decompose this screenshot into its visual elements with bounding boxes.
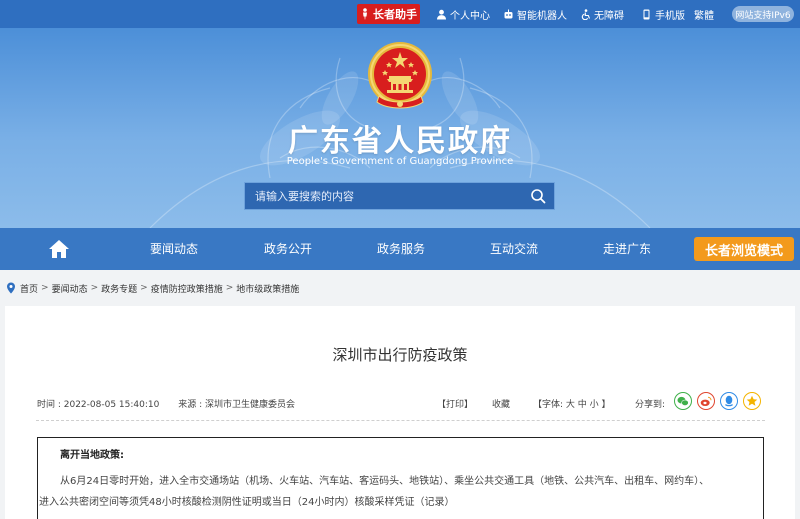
article-meta: 时间 : 2022-08-05 15:40:10 来源 : 深圳市卫生健康委员会 — [37, 397, 295, 410]
share-label: 分享到: — [635, 400, 666, 410]
article-title: 深圳市出行防疫政策 — [332, 346, 468, 364]
wechat-icon — [677, 396, 689, 406]
breadcrumb-news[interactable]: 要闻动态 — [52, 282, 88, 295]
breadcrumb-separator: > — [225, 283, 234, 293]
article-source: 来源 : 深圳市卫生健康委员会 — [178, 400, 295, 410]
notice-paragraph-line2: 进入公共密闭空间等须凭48小时核酸检测阴性证明或当日（24小时内）核酸采样凭证（… — [39, 497, 455, 508]
notice-heading: 离开当地政策: — [60, 450, 124, 461]
qq-icon — [724, 395, 734, 407]
share-wechat-button[interactable] — [674, 392, 692, 410]
breadcrumb-epidemic[interactable]: 疫情防控政策措施 — [151, 282, 223, 295]
search-bar — [244, 182, 555, 210]
top-utility-bar: 长者助手 个人中心 智能机器人 无障碍 手机版 繁體 网站支持IPv6 — [0, 0, 800, 28]
personal-center-link[interactable]: 个人中心 — [436, 7, 490, 22]
site-banner: 广东省人民政府 People's Government of Guangdong… — [0, 28, 800, 228]
share-qzone-button[interactable] — [743, 392, 761, 410]
smart-robot-label: 智能机器人 — [517, 10, 567, 22]
home-icon[interactable] — [48, 239, 70, 259]
breadcrumb-separator: > — [90, 283, 99, 293]
notice-paragraph-line1: 从6月24日零时开始，进入全市交通场站（机场、火车站、汽车站、客运码头、地铁站）… — [60, 476, 710, 487]
elder-helper-button[interactable]: 长者助手 — [357, 4, 420, 24]
font-size-control[interactable]: 【字体: 大 中 小 】 — [533, 397, 610, 410]
traditional-chinese-label: 繁體 — [694, 10, 714, 22]
location-pin-icon — [7, 282, 15, 294]
share-qq-button[interactable] — [720, 392, 738, 410]
breadcrumb-separator: > — [140, 283, 148, 293]
smart-robot-link[interactable]: 智能机器人 — [503, 7, 567, 22]
breadcrumb-city-policy[interactable]: 地市级政策措施 — [236, 282, 299, 295]
accessibility-link[interactable]: 无障碍 — [580, 7, 624, 22]
search-icon — [531, 189, 546, 204]
nav-item-gov-affairs[interactable]: 政务公开 — [264, 228, 312, 270]
elder-helper-label: 长者助手 — [373, 8, 417, 21]
accessibility-icon — [581, 8, 591, 20]
breadcrumb-separator: > — [41, 283, 49, 293]
breadcrumb: 首页 > 要闻动态 > 政务专题 > 疫情防控政策措施 > 地市级政策措施 — [6, 281, 299, 295]
nav-item-gov-services[interactable]: 政务服务 — [377, 228, 425, 270]
qzone-icon — [746, 395, 758, 406]
article-time: 时间 : 2022-08-05 15:40:10 — [37, 400, 160, 410]
site-subtitle: People's Government of Guangdong Provinc… — [286, 156, 514, 167]
mobile-version-label: 手机版 — [655, 10, 685, 22]
mobile-phone-icon — [643, 9, 650, 19]
search-input[interactable] — [245, 183, 522, 209]
personal-center-label: 个人中心 — [450, 10, 490, 22]
user-icon — [437, 9, 446, 19]
favorite-button[interactable]: 收藏 — [492, 397, 510, 410]
share-weibo-button[interactable] — [697, 392, 715, 410]
breadcrumb-topics[interactable]: 政务专题 — [101, 282, 137, 295]
meta-divider — [36, 420, 765, 421]
robot-icon — [504, 9, 513, 18]
print-button[interactable]: 【打印】 — [437, 397, 473, 410]
site-title: 广东省人民政府 — [288, 124, 512, 159]
elder-browse-mode-button[interactable]: 长者浏览模式 — [694, 237, 794, 261]
ipv6-badge: 网站支持IPv6 — [732, 6, 794, 22]
elder-person-icon — [363, 8, 367, 20]
weibo-icon — [700, 396, 712, 406]
breadcrumb-home[interactable]: 首页 — [20, 282, 38, 295]
policy-notice-box: 离开当地政策: 从6月24日零时开始，进入全市交通场站（机场、火车站、汽车站、客… — [37, 437, 764, 519]
main-navigation: 要闻动态 政务公开 政务服务 互动交流 走进广东 长者浏览模式 — [0, 228, 800, 270]
article-card: 深圳市出行防疫政策 时间 : 2022-08-05 15:40:10 来源 : … — [5, 306, 795, 519]
nav-item-news[interactable]: 要闻动态 — [150, 228, 198, 270]
accessibility-label: 无障碍 — [594, 10, 624, 22]
national-emblem-icon — [368, 42, 432, 109]
nav-item-guangdong[interactable]: 走进广东 — [603, 228, 651, 270]
nav-item-interaction[interactable]: 互动交流 — [490, 228, 538, 270]
search-button[interactable] — [522, 183, 554, 209]
mobile-version-link[interactable]: 手机版 — [641, 7, 685, 22]
traditional-chinese-link[interactable]: 繁體 — [694, 7, 714, 22]
